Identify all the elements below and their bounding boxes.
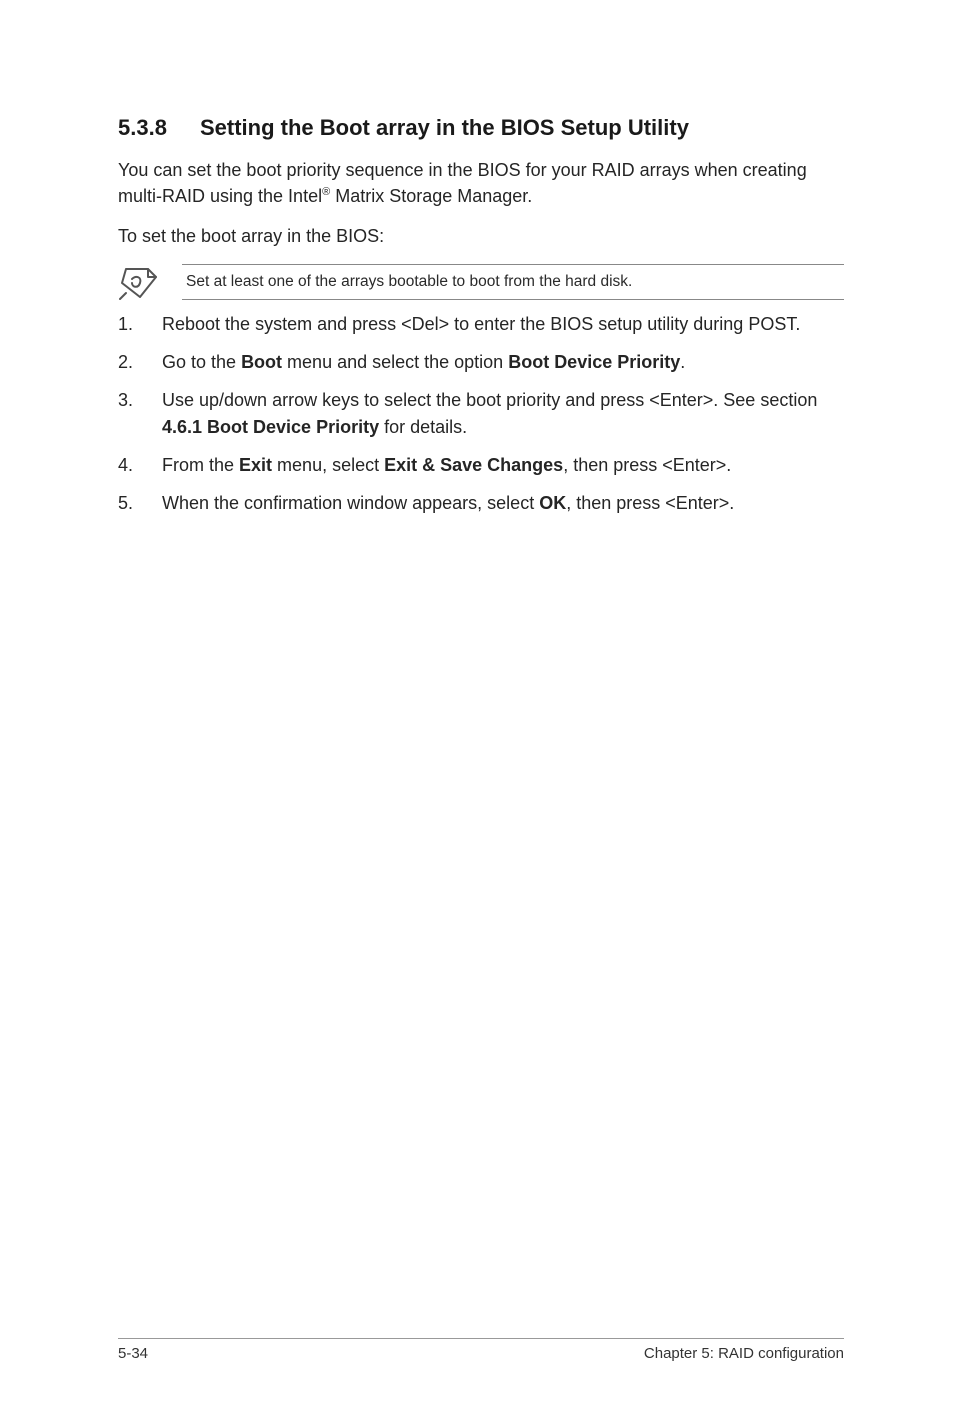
step-4-b: Exit bbox=[239, 455, 272, 475]
note-text: Set at least one of the arrays bootable … bbox=[182, 264, 844, 300]
intro-text-post: Matrix Storage Manager. bbox=[330, 186, 532, 206]
step-4-c: menu, select bbox=[272, 455, 384, 475]
step-2-b: Boot bbox=[241, 352, 282, 372]
chapter-label: Chapter 5: RAID configuration bbox=[644, 1345, 844, 1362]
step-5-b: OK bbox=[539, 493, 566, 513]
step-5-c: , then press <Enter>. bbox=[566, 493, 734, 513]
note-row: Set at least one of the arrays bootable … bbox=[118, 263, 844, 301]
step-2-e: . bbox=[680, 352, 685, 372]
note-icon bbox=[118, 263, 182, 301]
intro-paragraph: You can set the boot priority sequence i… bbox=[118, 157, 844, 209]
section-title: Setting the Boot array in the BIOS Setup… bbox=[200, 115, 689, 140]
step-5: When the confirmation window appears, se… bbox=[118, 490, 844, 516]
page-footer: 5-34 Chapter 5: RAID configuration bbox=[118, 1338, 844, 1362]
section-number: 5.3.8 bbox=[118, 115, 200, 141]
step-3-a: Use up/down arrow keys to select the boo… bbox=[162, 390, 817, 410]
step-1-text: Reboot the system and press <Del> to ent… bbox=[162, 314, 800, 334]
step-4-a: From the bbox=[162, 455, 239, 475]
step-3-c: for details. bbox=[379, 417, 467, 437]
lead-in-paragraph: To set the boot array in the BIOS: bbox=[118, 223, 844, 249]
step-4-e: , then press <Enter>. bbox=[563, 455, 731, 475]
steps-list: Reboot the system and press <Del> to ent… bbox=[118, 311, 844, 516]
registered-mark: ® bbox=[322, 186, 330, 198]
step-3: Use up/down arrow keys to select the boo… bbox=[118, 387, 844, 439]
step-2-c: menu and select the option bbox=[282, 352, 508, 372]
step-4: From the Exit menu, select Exit & Save C… bbox=[118, 452, 844, 478]
step-3-b: 4.6.1 Boot Device Priority bbox=[162, 417, 379, 437]
step-2-d: Boot Device Priority bbox=[508, 352, 680, 372]
step-4-d: Exit & Save Changes bbox=[384, 455, 563, 475]
step-2: Go to the Boot menu and select the optio… bbox=[118, 349, 844, 375]
page-number: 5-34 bbox=[118, 1345, 148, 1362]
step-1: Reboot the system and press <Del> to ent… bbox=[118, 311, 844, 337]
section-heading: 5.3.8Setting the Boot array in the BIOS … bbox=[118, 115, 844, 141]
step-2-a: Go to the bbox=[162, 352, 241, 372]
step-5-a: When the confirmation window appears, se… bbox=[162, 493, 539, 513]
